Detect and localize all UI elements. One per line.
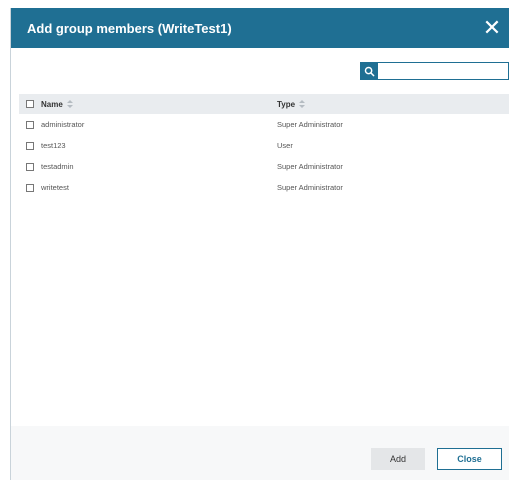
row-checkbox[interactable]	[26, 162, 34, 171]
member-name: testadmin	[41, 162, 74, 171]
members-table: Name Type administrator Super Administra…	[19, 94, 509, 198]
row-checkbox[interactable]	[26, 120, 34, 129]
select-all-checkbox[interactable]	[26, 100, 34, 108]
column-header-type[interactable]: Type	[277, 100, 295, 109]
dialog-footer: Add Close	[11, 426, 509, 480]
table-row[interactable]: test123 User	[19, 135, 509, 156]
table-row[interactable]: writetest Super Administrator	[19, 177, 509, 198]
table-row[interactable]: administrator Super Administrator	[19, 114, 509, 135]
member-type: Super Administrator	[277, 183, 343, 192]
member-type: User	[277, 141, 293, 150]
member-name: test123	[41, 141, 66, 150]
table-header: Name Type	[19, 94, 509, 114]
row-checkbox[interactable]	[26, 141, 34, 150]
table-row[interactable]: testadmin Super Administrator	[19, 156, 509, 177]
member-type: Super Administrator	[277, 162, 343, 171]
search-button[interactable]	[360, 62, 378, 80]
row-checkbox[interactable]	[26, 183, 34, 192]
member-type: Super Administrator	[277, 120, 343, 129]
close-button[interactable]: Close	[437, 448, 502, 470]
member-name: writetest	[41, 183, 69, 192]
add-group-members-dialog: Add group members (WriteTest1) ✕ Name Ty…	[10, 8, 509, 480]
search-bar	[360, 62, 509, 80]
sort-icon[interactable]	[299, 100, 306, 108]
add-button[interactable]: Add	[371, 448, 425, 470]
search-icon	[364, 66, 374, 76]
dialog-titlebar: Add group members (WriteTest1) ✕	[11, 8, 509, 48]
dialog-title: Add group members (WriteTest1)	[27, 20, 232, 36]
search-input[interactable]	[378, 62, 509, 80]
member-name: administrator	[41, 120, 85, 129]
close-icon[interactable]: ✕	[481, 17, 503, 39]
column-header-name[interactable]: Name	[41, 100, 63, 109]
sort-icon[interactable]	[66, 100, 73, 108]
